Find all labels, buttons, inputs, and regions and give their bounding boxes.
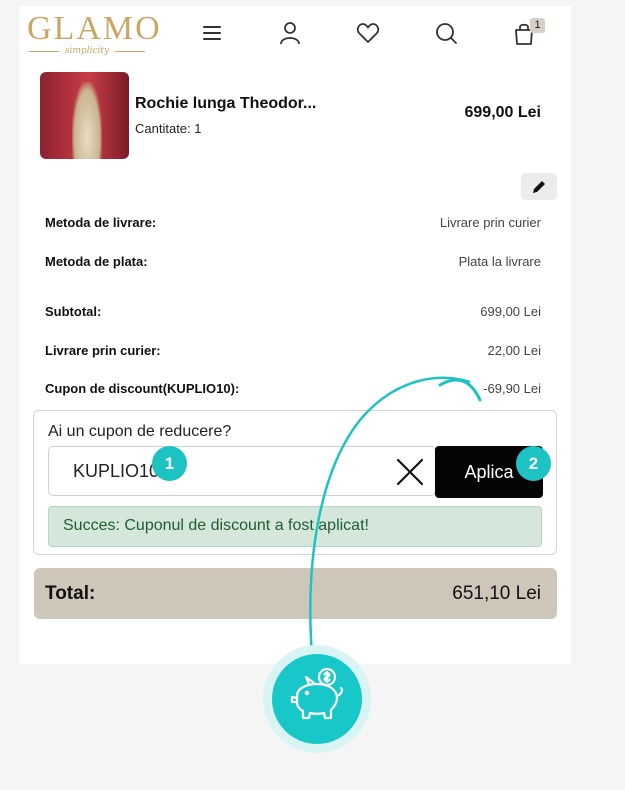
menu-icon[interactable]: [199, 20, 225, 46]
subtotal-label: Subtotal:: [45, 304, 102, 319]
piggy-bank-icon: [290, 667, 344, 720]
delivery-method-label: Metoda de livrare:: [45, 215, 157, 230]
cart-count-badge: 1: [530, 18, 545, 33]
payment-method-value: Plata la livrare: [458, 254, 541, 269]
coupon-input[interactable]: [48, 446, 436, 496]
shipping-value: 22,00 Lei: [487, 343, 542, 358]
discount-value: -69,90 Lei: [483, 381, 541, 396]
pencil-icon: [533, 181, 545, 193]
heart-icon[interactable]: [355, 20, 381, 46]
logo-tagline: simplicity: [64, 46, 110, 56]
brand-logo[interactable]: GLAMO simplicity: [27, 10, 162, 57]
product-price: 699,00 Lei: [464, 104, 542, 121]
product-image-gown: [72, 82, 102, 159]
total-label: Total:: [45, 583, 96, 604]
coupon-title: Ai un cupon de reducere?: [48, 423, 232, 440]
product-name[interactable]: Rochie lunga Theodor...: [135, 95, 316, 113]
payment-method-label: Metoda de plata:: [45, 254, 148, 269]
total-value: 651,10 Lei: [452, 583, 541, 604]
piggy-bank-badge: [272, 654, 362, 744]
user-icon[interactable]: [277, 20, 303, 46]
discount-label: Cupon de discount(KUPLIO10):: [45, 381, 240, 396]
delivery-method-value: Livrare prin curier: [439, 215, 541, 230]
step-marker-2: 2: [516, 446, 551, 481]
edit-button[interactable]: [521, 173, 557, 200]
clear-coupon-button[interactable]: [395, 457, 425, 487]
shipping-label: Livrare prin curier:: [45, 343, 161, 358]
search-icon[interactable]: [433, 20, 459, 46]
step-marker-1: 1: [152, 446, 187, 481]
success-message: Succes: Cuponul de discount a fost aplic…: [48, 506, 542, 547]
close-icon: [396, 458, 424, 486]
logo-text: GLAMO: [27, 10, 162, 47]
product-image[interactable]: [40, 72, 129, 159]
product-quantity: Cantitate: 1: [135, 121, 202, 136]
subtotal-value: 699,00 Lei: [480, 304, 541, 319]
